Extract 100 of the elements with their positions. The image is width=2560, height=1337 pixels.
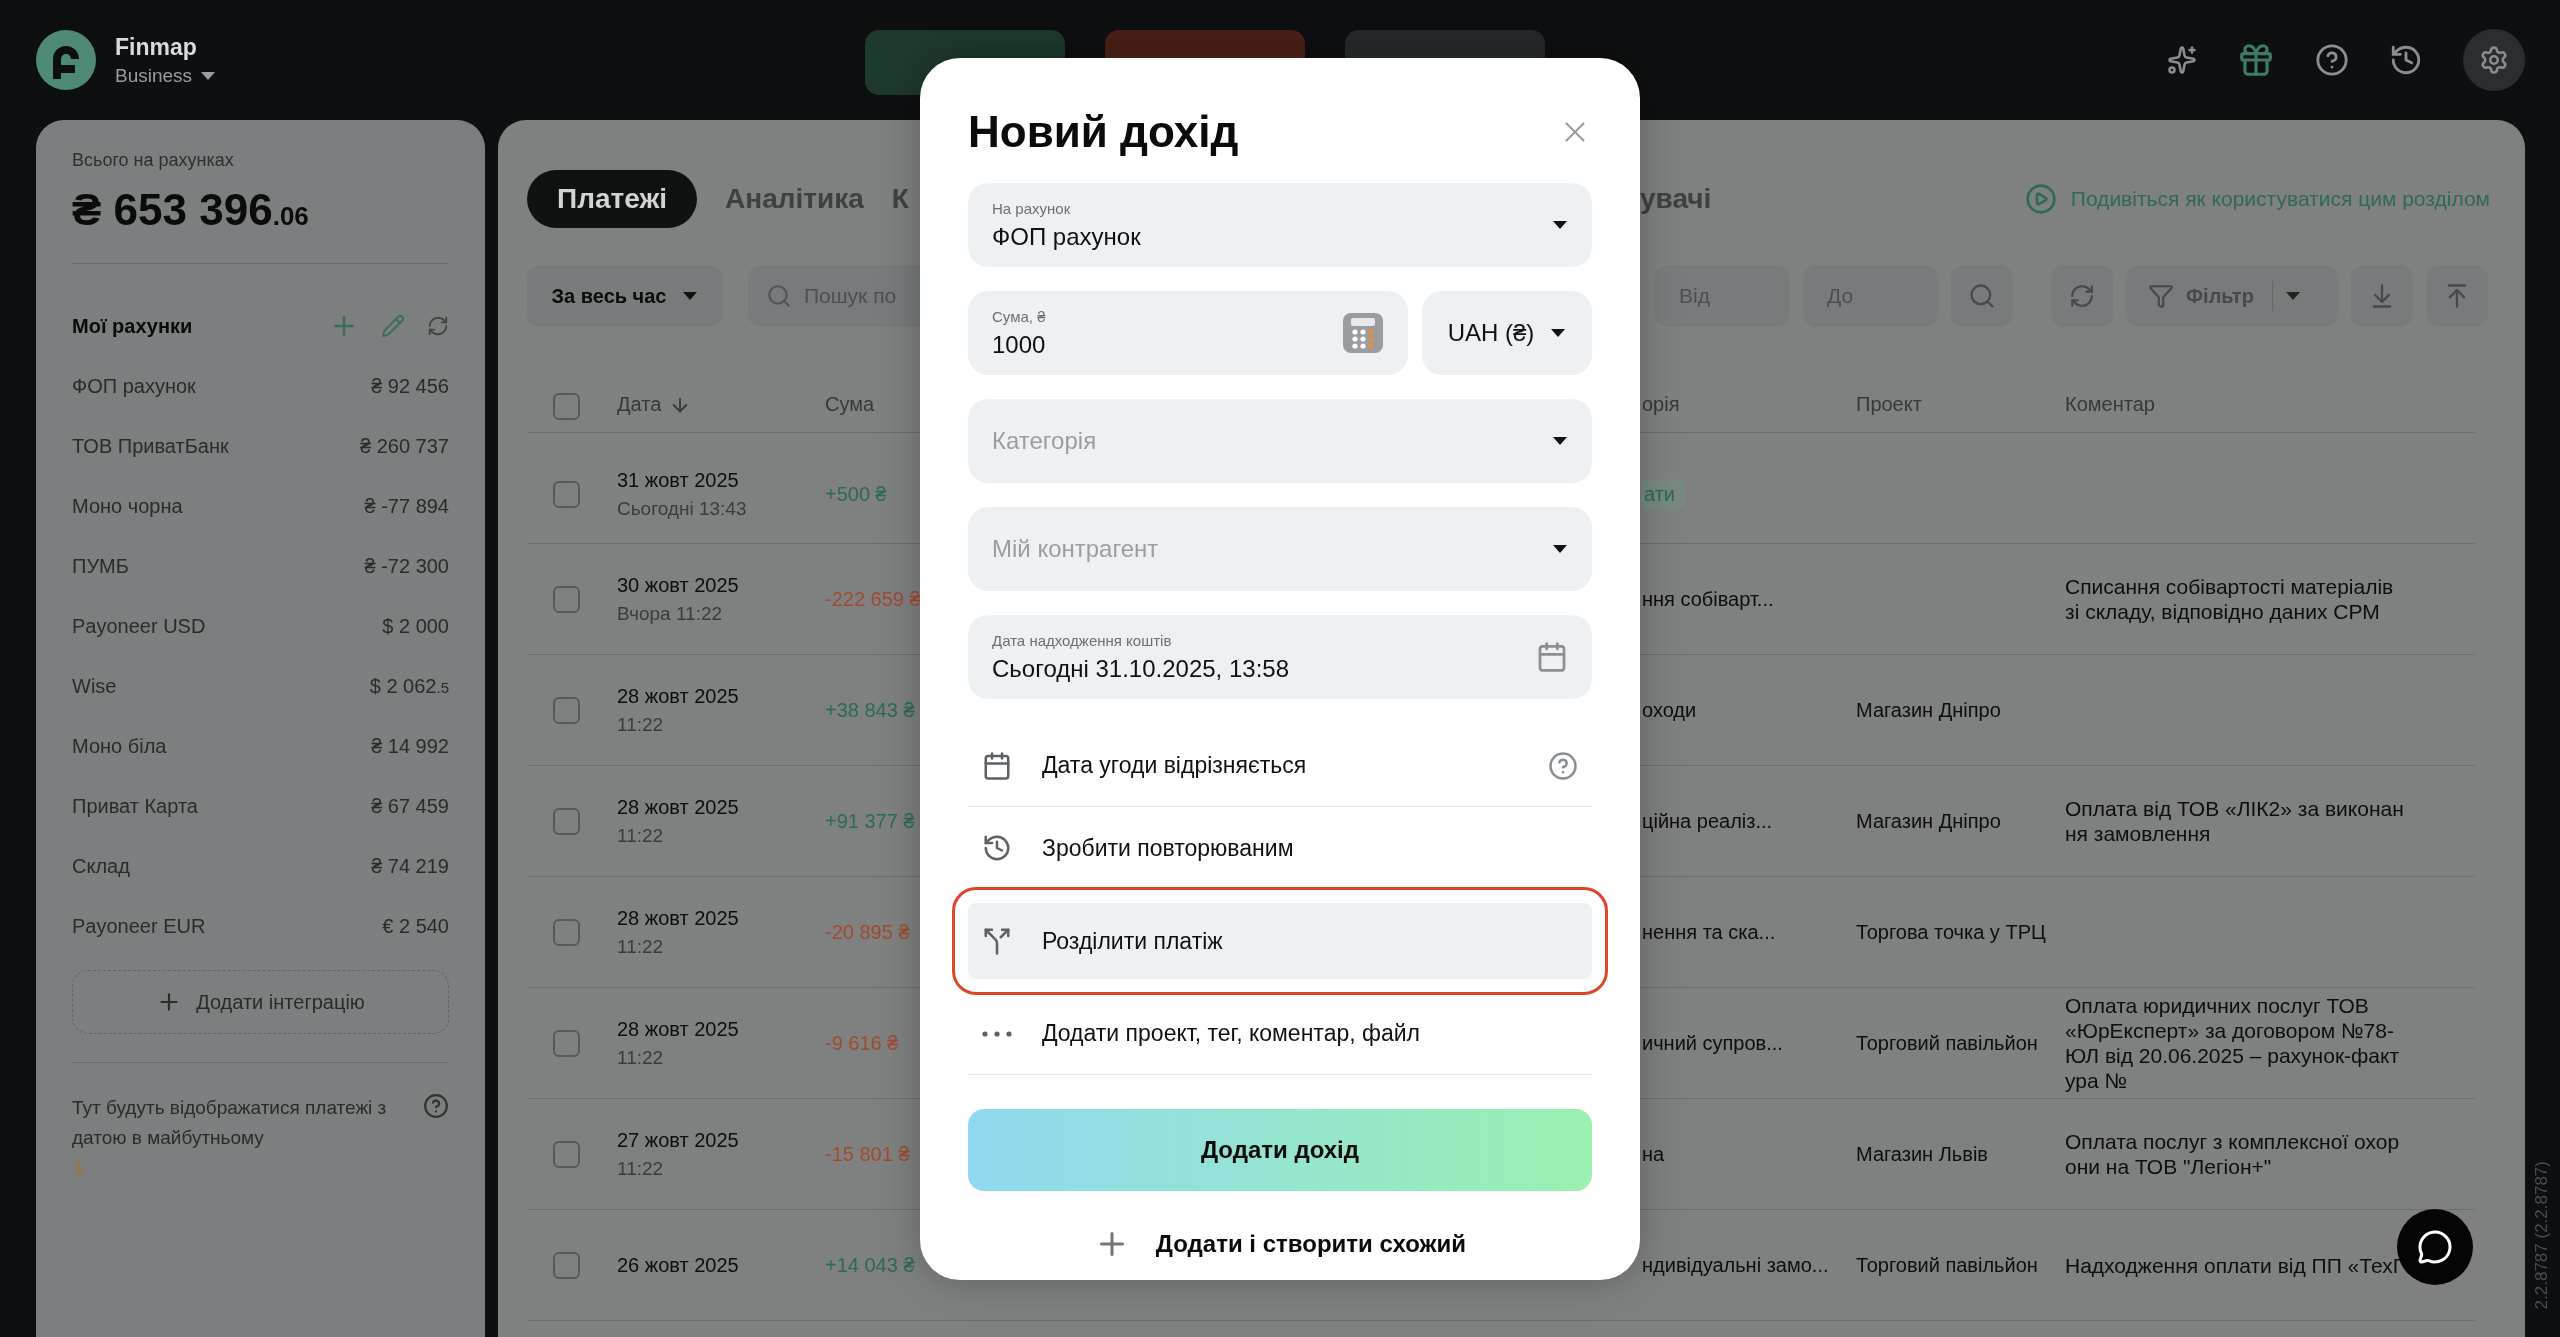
future-payments-note: Тут будуть відображатися платежі з датою в майбутньому xyxy=(72,1096,388,1150)
caret-icon xyxy=(1552,436,1568,446)
total-label: Всього на рахунках xyxy=(72,150,235,171)
upload-button[interactable] xyxy=(2426,265,2488,327)
history-icon xyxy=(982,833,1012,863)
submit-button[interactable]: Додати дохід xyxy=(968,1109,1592,1191)
category-tag: ати xyxy=(1642,478,1685,510)
help-icon[interactable] xyxy=(2315,43,2349,77)
date-text: 28 жовт 2025 xyxy=(617,795,740,819)
amount-text: -20 895 ₴ xyxy=(825,920,910,944)
account-name[interactable]: ПУМБ xyxy=(72,554,129,578)
account-balance: € 2 540 xyxy=(382,914,449,938)
account-name[interactable]: Моно чорна xyxy=(72,494,183,518)
account-name[interactable]: Моно біла xyxy=(72,734,167,758)
column-header[interactable]: Проект xyxy=(1856,393,2065,416)
account-name[interactable]: Payoneer EUR xyxy=(72,914,206,938)
select-field[interactable]: На рахунок ФОП рахунок xyxy=(968,183,1592,267)
checkbox[interactable] xyxy=(553,918,580,946)
refresh-button[interactable] xyxy=(2051,265,2113,327)
date-text: 26 жовт 2025 xyxy=(617,1253,740,1277)
field-value: 1000 xyxy=(992,330,1047,359)
category-text: на xyxy=(1642,1142,1665,1166)
account-name[interactable]: Wise xyxy=(72,674,117,698)
checkbox[interactable] xyxy=(553,393,580,420)
caret-icon xyxy=(200,70,217,81)
search-button[interactable] xyxy=(1951,265,2013,327)
option-row[interactable]: Дата угоди відрізняється xyxy=(968,725,1592,807)
column-header[interactable]: Коментар xyxy=(2065,393,2475,416)
download-button[interactable] xyxy=(2351,265,2413,327)
add-similar-button[interactable]: Додати і створити схожий xyxy=(968,1211,1592,1277)
category-text: ційна реаліз... xyxy=(1642,809,1773,833)
option-row[interactable]: Додати проект, тег, коментар, файл xyxy=(968,993,1592,1075)
checkbox[interactable] xyxy=(553,696,580,724)
time-text: 11:22 xyxy=(617,713,665,736)
help-icon[interactable] xyxy=(1548,750,1578,781)
account-name[interactable]: Payoneer USD xyxy=(72,614,206,638)
checkbox[interactable] xyxy=(553,480,580,508)
option-row[interactable]: Розділити платіж xyxy=(968,903,1592,979)
checkbox[interactable] xyxy=(553,807,580,835)
account-name[interactable]: Приват Карта xyxy=(72,794,198,818)
gift-icon[interactable] xyxy=(2237,41,2275,79)
date-text: 27 жовт 2025 xyxy=(617,1128,740,1152)
date-field[interactable]: Дата надходження коштів Сьогодні 31.10.2025, 13:58 xyxy=(968,615,1592,699)
checkbox[interactable] xyxy=(553,1029,580,1057)
comment-text: Оплата послуг з комплексної охорони на ТОВ "Легіон+" xyxy=(2065,1129,2401,1179)
comment-text: Списання собівартості матеріалів зі складу, відповідно даних СРМ xyxy=(2065,574,2395,624)
column-header[interactable]: орія xyxy=(1642,393,1856,416)
amount-text: +38 843 ₴ xyxy=(825,698,915,722)
select-field[interactable]: Категорія xyxy=(968,399,1592,483)
account-balance: ₴ -77 894 xyxy=(364,494,449,518)
time-text: 11:22 xyxy=(617,824,665,847)
amount-text: -9 616 ₴ xyxy=(825,1031,899,1055)
comment-text: Оплата від ТОВ «ЛІК2» за виконання замовлення xyxy=(2065,796,2405,846)
tab[interactable]: Аналітика xyxy=(725,170,864,228)
field-label: Дата надходження коштів xyxy=(992,631,1173,649)
caret-icon xyxy=(1552,544,1568,554)
checkbox[interactable] xyxy=(553,585,580,613)
option-row[interactable]: Зробити повторюваним xyxy=(968,807,1592,889)
amount-text: -222 659 ₴ xyxy=(825,587,921,611)
history-icon[interactable] xyxy=(2389,43,2423,77)
time-text: 11:22 xyxy=(617,935,665,958)
tab[interactable]: Платежі xyxy=(527,170,698,228)
plan-selector[interactable]: Business xyxy=(115,64,217,87)
help-icon[interactable] xyxy=(423,1093,449,1119)
column-header[interactable]: Дата xyxy=(617,393,825,416)
account-name[interactable]: ТОВ ПриватБанк xyxy=(72,434,229,458)
account-name[interactable]: ФОП рахунок xyxy=(72,374,196,398)
comment-text: Надходження оплати від ПП «ТехГ xyxy=(2065,1252,2405,1278)
caret-icon xyxy=(2284,291,2301,301)
account-name[interactable]: Склад xyxy=(72,854,130,878)
add-integration-button[interactable]: Додати інтеграцію xyxy=(72,970,449,1034)
play-icon xyxy=(2024,183,2057,215)
tab[interactable]: увачі xyxy=(1640,170,1712,228)
calendar-icon xyxy=(1536,641,1568,673)
currency-select[interactable]: UAH (₴) xyxy=(1422,291,1592,375)
comment-text: Оплата юридичних послуг ТОВ «ЮрЕксперт» за договором №78-ЮЛ від 20.06.2025 – рахунок-фактура № xyxy=(2065,993,2401,1093)
chat-icon xyxy=(2417,1229,2453,1265)
more-icon xyxy=(982,1030,1012,1037)
tab[interactable]: К xyxy=(891,170,909,228)
select-field[interactable]: Мій контрагент xyxy=(968,507,1592,591)
checkbox[interactable] xyxy=(553,1140,580,1168)
refresh-icon[interactable] xyxy=(427,315,449,337)
account-balance: $ 2 000 xyxy=(382,614,449,638)
amount-field[interactable]: Сума, ₴ 1000 xyxy=(968,291,1408,375)
date-text: 31 жовт 2025 xyxy=(617,468,740,492)
time-text: Сьогодні 13:43 xyxy=(617,497,748,520)
period-dropdown[interactable]: За весь час xyxy=(527,265,723,327)
split-icon xyxy=(982,926,1012,956)
time-text: Вчора 11:22 xyxy=(617,602,724,625)
sparkles-icon[interactable] xyxy=(2167,45,2197,75)
amount-text: +500 ₴ xyxy=(825,482,887,506)
accounts-title: Мої рахунки xyxy=(72,314,193,338)
checkbox[interactable] xyxy=(553,1251,580,1279)
date-text: 28 жовт 2025 xyxy=(617,684,740,708)
search-icon xyxy=(766,283,792,309)
field-label: Сума, ₴ xyxy=(992,307,1047,325)
edit-icon[interactable] xyxy=(381,314,405,338)
refresh-icon xyxy=(2069,283,2095,309)
account-balance: ₴ 74 219 xyxy=(371,854,449,878)
project-text: Торговий павільйон xyxy=(1856,1031,2038,1055)
